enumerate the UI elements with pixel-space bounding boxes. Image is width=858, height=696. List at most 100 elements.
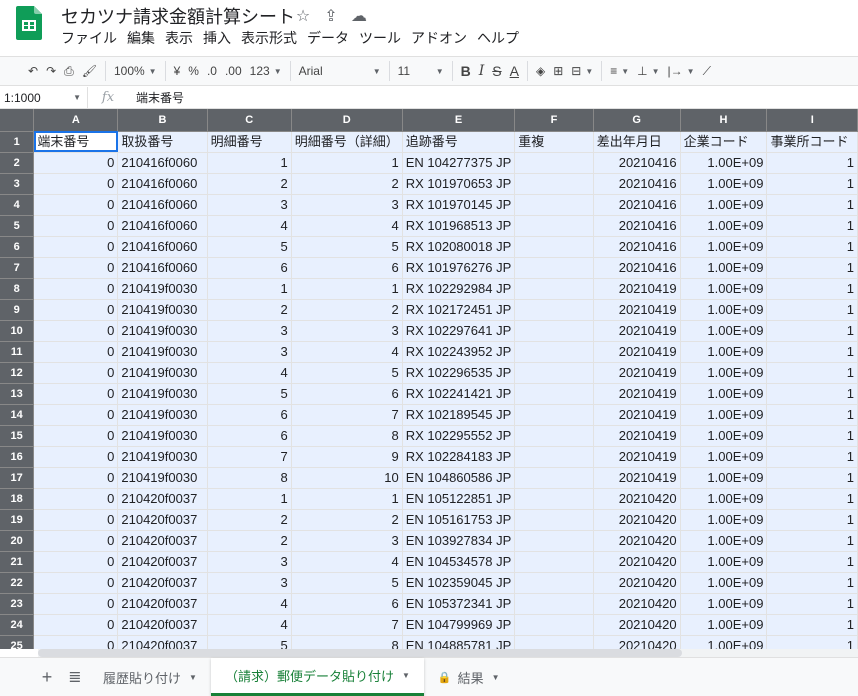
all-sheets-icon[interactable]: ≣	[61, 667, 89, 687]
cell[interactable]: 0	[33, 446, 119, 468]
cell[interactable]	[514, 404, 594, 426]
text-rotation-icon[interactable]: ⟋	[699, 59, 715, 83]
cell[interactable]: 20210420	[593, 614, 681, 636]
cell[interactable]: 1	[766, 341, 858, 363]
cell[interactable]: 210419f0030	[117, 320, 208, 342]
move-to-drive-icon[interactable]: ⇪	[321, 6, 341, 26]
cell[interactable]: 5	[291, 236, 403, 258]
cell[interactable]: EN 103927834 JP	[402, 530, 516, 552]
row-header[interactable]: 19	[0, 509, 35, 531]
cell[interactable]: 20210419	[593, 425, 681, 447]
menu-item[interactable]: ツール	[359, 29, 401, 47]
cell[interactable]: 4	[207, 215, 292, 237]
sheet-tab[interactable]: 🔒 結果 ▼	[424, 658, 514, 696]
select-all-corner[interactable]	[0, 109, 35, 132]
cell[interactable]: 1	[766, 215, 858, 237]
cell[interactable]: 3	[207, 341, 292, 363]
cell[interactable]	[514, 551, 594, 573]
cell[interactable]: 20210420	[593, 509, 681, 531]
cell[interactable]: 1	[766, 572, 858, 594]
menu-item[interactable]: 挿入	[203, 29, 231, 47]
cell[interactable]: 210416f0060	[117, 173, 208, 195]
cell[interactable]: 0	[33, 152, 119, 174]
cell[interactable]: 20210416	[593, 257, 681, 279]
cell[interactable]: 1	[291, 152, 403, 174]
row-header[interactable]: 13	[0, 383, 35, 405]
cell[interactable]: 5	[291, 362, 403, 384]
cell[interactable]: EN 104534578 JP	[402, 551, 516, 573]
cell[interactable]: 6	[207, 257, 292, 279]
cell[interactable]: EN 104799969 JP	[402, 614, 516, 636]
cell[interactable]: 1.00E+09	[680, 152, 768, 174]
cell[interactable]: 1	[291, 278, 403, 300]
cell[interactable]: RX 101970145 JP	[402, 194, 516, 216]
cell[interactable]: 6	[207, 425, 292, 447]
column-header[interactable]: H	[680, 109, 768, 132]
cell[interactable]: RX 102297641 JP	[402, 320, 516, 342]
cell[interactable]: 20210419	[593, 320, 681, 342]
cell[interactable]: 1.00E+09	[680, 614, 768, 636]
cell[interactable]: 210419f0030	[117, 404, 208, 426]
cell[interactable]: 1.00E+09	[680, 278, 768, 300]
cell[interactable]	[514, 383, 594, 405]
sheets-logo-icon[interactable]	[16, 6, 42, 40]
cell[interactable]: 2	[291, 299, 403, 321]
cell[interactable]: 1.00E+09	[680, 509, 768, 531]
cell[interactable]: 0	[33, 278, 119, 300]
cell[interactable]: 0	[33, 509, 119, 531]
cell[interactable]: 1.00E+09	[680, 257, 768, 279]
cell[interactable]: 2	[207, 530, 292, 552]
cell[interactable]: 1.00E+09	[680, 572, 768, 594]
cell[interactable]: 1	[291, 488, 403, 510]
cell[interactable]: 3	[291, 320, 403, 342]
cloud-status-icon[interactable]: ☁	[349, 6, 369, 26]
menu-item[interactable]: 表示	[165, 29, 193, 47]
strikethrough-icon[interactable]: S	[488, 59, 505, 83]
zoom-select[interactable]: 100% ▼	[110, 59, 161, 83]
cell[interactable]: 1.00E+09	[680, 173, 768, 195]
row-header[interactable]: 14	[0, 404, 35, 426]
cell[interactable]: 1.00E+09	[680, 551, 768, 573]
cell[interactable]: 3	[207, 572, 292, 594]
horizontal-align-icon[interactable]: ≡ ▼	[606, 59, 633, 83]
cell[interactable]: 1	[766, 362, 858, 384]
cell[interactable]: 1.00E+09	[680, 383, 768, 405]
redo-icon[interactable]: ↷	[42, 59, 60, 83]
cell[interactable]: 1	[766, 593, 858, 615]
cell[interactable]: 210416f0060	[117, 236, 208, 258]
row-header[interactable]: 17	[0, 467, 35, 489]
cell[interactable]: 6	[291, 257, 403, 279]
cell[interactable]: 1	[766, 299, 858, 321]
cell[interactable]: 20210419	[593, 362, 681, 384]
cell[interactable]: 210420f0037	[117, 593, 208, 615]
cell[interactable]	[514, 509, 594, 531]
cell[interactable]: 0	[33, 593, 119, 615]
horizontal-scrollbar[interactable]	[38, 649, 858, 657]
menu-item[interactable]: アドオン	[411, 29, 467, 47]
cell[interactable]: 210420f0037	[117, 509, 208, 531]
cell[interactable]: 210416f0060	[117, 152, 208, 174]
cell[interactable]: 20210416	[593, 215, 681, 237]
fill-color-icon[interactable]: ◈	[532, 59, 549, 83]
cell[interactable]: 20210416	[593, 236, 681, 258]
cell[interactable]: RX 101970653 JP	[402, 173, 516, 195]
cell[interactable]: 0	[33, 320, 119, 342]
cell[interactable]: 20210419	[593, 467, 681, 489]
row-header[interactable]: 9	[0, 299, 35, 321]
row-header[interactable]: 20	[0, 530, 35, 552]
cell[interactable]: 0	[33, 404, 119, 426]
cell[interactable]: 1	[766, 614, 858, 636]
cell[interactable]: RX 102189545 JP	[402, 404, 516, 426]
cell[interactable]: 0	[33, 341, 119, 363]
cell[interactable]: 3	[291, 194, 403, 216]
cell[interactable]: 210419f0030	[117, 383, 208, 405]
cell[interactable]: 20210419	[593, 446, 681, 468]
column-header[interactable]: B	[117, 109, 208, 132]
cell[interactable]	[514, 173, 594, 195]
cell[interactable]: 20210416	[593, 194, 681, 216]
increase-decimal-button[interactable]: .00	[221, 59, 246, 83]
cell[interactable]	[514, 446, 594, 468]
cell[interactable]	[514, 299, 594, 321]
cell[interactable]: 3	[207, 194, 292, 216]
cell[interactable]	[514, 236, 594, 258]
